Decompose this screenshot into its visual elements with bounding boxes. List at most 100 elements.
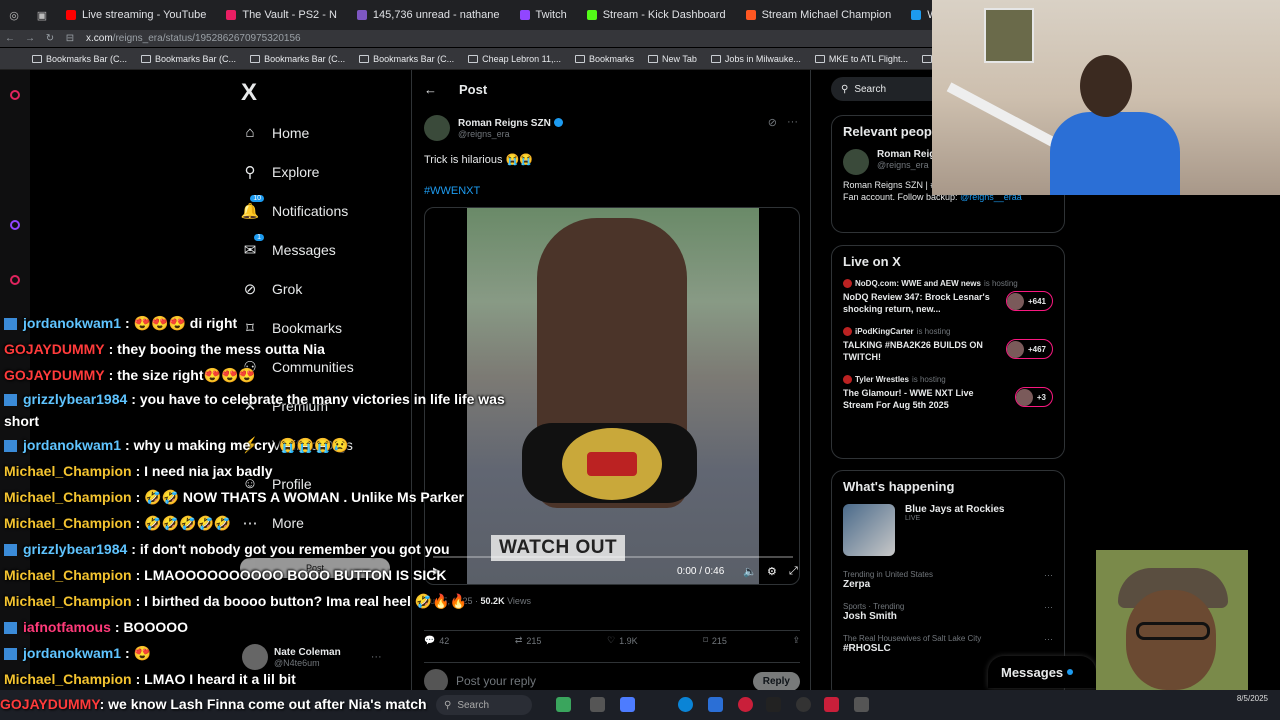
bookmark-label: Bookmarks Bar (C... (373, 53, 455, 64)
trend-more-icon[interactable]: ··· (1044, 634, 1053, 644)
taskbar-app-icon[interactable] (766, 697, 781, 712)
site-info-icon[interactable]: ⊟ (60, 33, 80, 44)
bookmark-item[interactable]: New Tab (648, 54, 697, 64)
browser-tab[interactable]: 145,736 unread - nathane (347, 0, 510, 30)
featured-event[interactable]: Blue Jays at Rockies LIVE (843, 504, 1053, 556)
rail-icon[interactable] (10, 275, 20, 285)
system-clock[interactable]: 8/5/2025 (1237, 693, 1268, 705)
post-hashtag[interactable]: #WWENXT (424, 185, 480, 197)
nav-item-notifications[interactable]: 🔔 10 Notifications (240, 191, 354, 230)
grok-icon[interactable]: ⊘ (768, 116, 777, 129)
bookmark-label: Bookmarks Bar (C... (155, 53, 237, 64)
nav-item-home[interactable]: ⌂ Home (240, 113, 354, 152)
browser-tab[interactable]: The Vault - PS2 - N (216, 0, 347, 30)
trend-more-icon[interactable]: ··· (1044, 570, 1053, 580)
bookmark-item[interactable]: Bookmarks Bar (C... (32, 54, 127, 64)
reload-icon[interactable]: ↻ (40, 33, 60, 44)
x-logo[interactable]: X (241, 79, 257, 107)
rail-twitch-icon[interactable] (10, 220, 20, 230)
author-handle[interactable]: @reigns_era (458, 129, 563, 139)
forward-icon[interactable]: → (20, 33, 40, 44)
taskbar-app-icon[interactable] (708, 697, 723, 712)
url-field[interactable]: x.com/reigns_era/status/1952862670975320… (86, 33, 301, 44)
back-arrow-icon[interactable]: ← (424, 82, 437, 97)
live-item[interactable]: NoDQ.com: WWE and AEW news is hosting NoDQ… (843, 279, 1053, 315)
browser-menu-icon[interactable]: ◎ (0, 0, 28, 30)
live-title[interactable]: TALKING #NBA2K26 BUILDS ON TWITCH! (843, 339, 993, 363)
chat-message: grizzlybear1984: if don't nobody got you… (4, 536, 524, 562)
post-text: Trick is hilarious 😭😭 (424, 154, 533, 166)
nav-item-messages[interactable]: ✉ 1 Messages (240, 230, 354, 269)
live-listeners-pill[interactable]: +641 (1005, 291, 1053, 311)
live-listeners-pill[interactable]: +3 (1014, 387, 1053, 407)
trend-more-icon[interactable]: ··· (1044, 602, 1053, 612)
reply-button[interactable]: Reply (752, 671, 800, 691)
bookmark-item[interactable]: Bookmarks Bar (C... (250, 54, 345, 64)
share-action[interactable]: ⇪ (792, 635, 800, 646)
chrome-icon[interactable] (796, 697, 811, 712)
bookmark-item[interactable]: Bookmarks Bar (C... (359, 54, 454, 64)
taskbar-app-icon[interactable] (590, 697, 605, 712)
chat-username: iafnotfamous (23, 619, 111, 635)
live-host-status: is hosting (916, 327, 951, 336)
bookmark-item[interactable]: Jobs in Milwauke... (710, 53, 801, 64)
heart-icon: ♡ (607, 635, 616, 645)
volume-icon[interactable]: 🔈 (743, 565, 757, 578)
edge-icon[interactable] (678, 697, 693, 712)
post-author[interactable]: Roman Reigns SZN @reigns_era (424, 115, 563, 141)
taskbar-search[interactable]: ⚲ Search (436, 695, 532, 715)
bookmark-action[interactable]: ⌑ 215 (703, 635, 727, 646)
trend-context: Trending in United States (843, 570, 933, 579)
chat-message: Michael_Champion: I birthed da boooo but… (4, 588, 524, 614)
bookmark-item[interactable]: Bookmarks Bar (C... (141, 54, 236, 64)
settings-icon[interactable]: ⚙ (767, 565, 777, 578)
live-item[interactable]: iPodKingCarter is hosting TALKING #NBA2K26… (843, 327, 1053, 363)
browser-tab[interactable]: Twitch (510, 0, 577, 30)
chat-message: iafnotfamous: BOOOOO (4, 614, 524, 640)
trend-item[interactable]: Sports · Trending Josh Smith ··· (843, 602, 1053, 622)
browser-tab[interactable]: Stream - Kick Dashboard (577, 0, 736, 30)
like-action[interactable]: ♡ 1.9K (607, 635, 638, 646)
trend-title: Josh Smith (843, 611, 897, 622)
bookmark-label: Jobs in Milwauke... (724, 53, 801, 64)
chat-username: GOJAYDUMMY (4, 367, 105, 383)
chat-text: : the size right😍😍😍 (108, 367, 256, 383)
messages-drawer[interactable]: Messages (988, 656, 1096, 688)
post-header: ← Post (424, 82, 487, 97)
taskbar-app-icon[interactable] (824, 697, 839, 712)
taskbar-app-icon[interactable] (620, 697, 635, 712)
nav-item-grok[interactable]: ⊘ Grok (240, 269, 354, 308)
trend-item[interactable]: The Real Housewives of Salt Lake City #RH… (843, 634, 1053, 654)
bookmark-item[interactable]: Cheap Lebron 11,... (468, 54, 561, 64)
nav-item-label: Explore (272, 163, 320, 180)
author-name[interactable]: Roman Reigns SZN (458, 118, 551, 129)
tab-search-icon[interactable]: ▣ (28, 0, 56, 30)
live-host-name[interactable]: iPodKingCarter (855, 327, 914, 336)
taskbar-app-icon[interactable] (738, 697, 753, 712)
taskbar-app-icon[interactable] (854, 697, 869, 712)
live-title[interactable]: NoDQ Review 347: Brock Lesnar's shocking… (843, 291, 993, 315)
live-host-name[interactable]: NoDQ.com: WWE and AEW news (855, 279, 981, 288)
nav-item-explore[interactable]: ⚲ Explore (240, 152, 354, 191)
trend-item[interactable]: Trending in United States Zerpa ··· (843, 570, 1053, 590)
trend-title: Zerpa (843, 579, 871, 590)
live-item[interactable]: Tyler Wrestles is hosting The Glamour! - W… (843, 375, 1053, 411)
fullscreen-icon[interactable]: ⤢ (789, 565, 798, 578)
chat-message: jordanokwam1: why u making me cry 😭😭😭😢 (4, 432, 524, 458)
author-avatar[interactable] (424, 115, 450, 141)
rail-icon[interactable] (10, 90, 20, 100)
live-title[interactable]: The Glamour! - WWE NXT Live Stream For A… (843, 387, 993, 411)
tab-label: 145,736 unread - nathane (372, 9, 500, 21)
post-more-icon[interactable]: ··· (787, 116, 798, 129)
taskbar-app-icon[interactable] (556, 697, 571, 712)
browser-tab[interactable]: Stream Michael Champion (736, 0, 902, 30)
live-host-name[interactable]: Tyler Wrestles (855, 375, 909, 384)
tab-favicon-icon (519, 10, 530, 20)
bookmark-item[interactable]: Bookmarks (575, 54, 634, 64)
bookmark-item[interactable]: MKE to ATL Flight... (814, 54, 908, 64)
relevant-avatar[interactable] (843, 149, 869, 175)
back-icon[interactable]: ← (0, 33, 20, 44)
browser-tab[interactable]: Live streaming - YouTube (56, 0, 216, 30)
search-placeholder: Search (854, 83, 887, 95)
live-listeners-pill[interactable]: +467 (1005, 339, 1053, 359)
